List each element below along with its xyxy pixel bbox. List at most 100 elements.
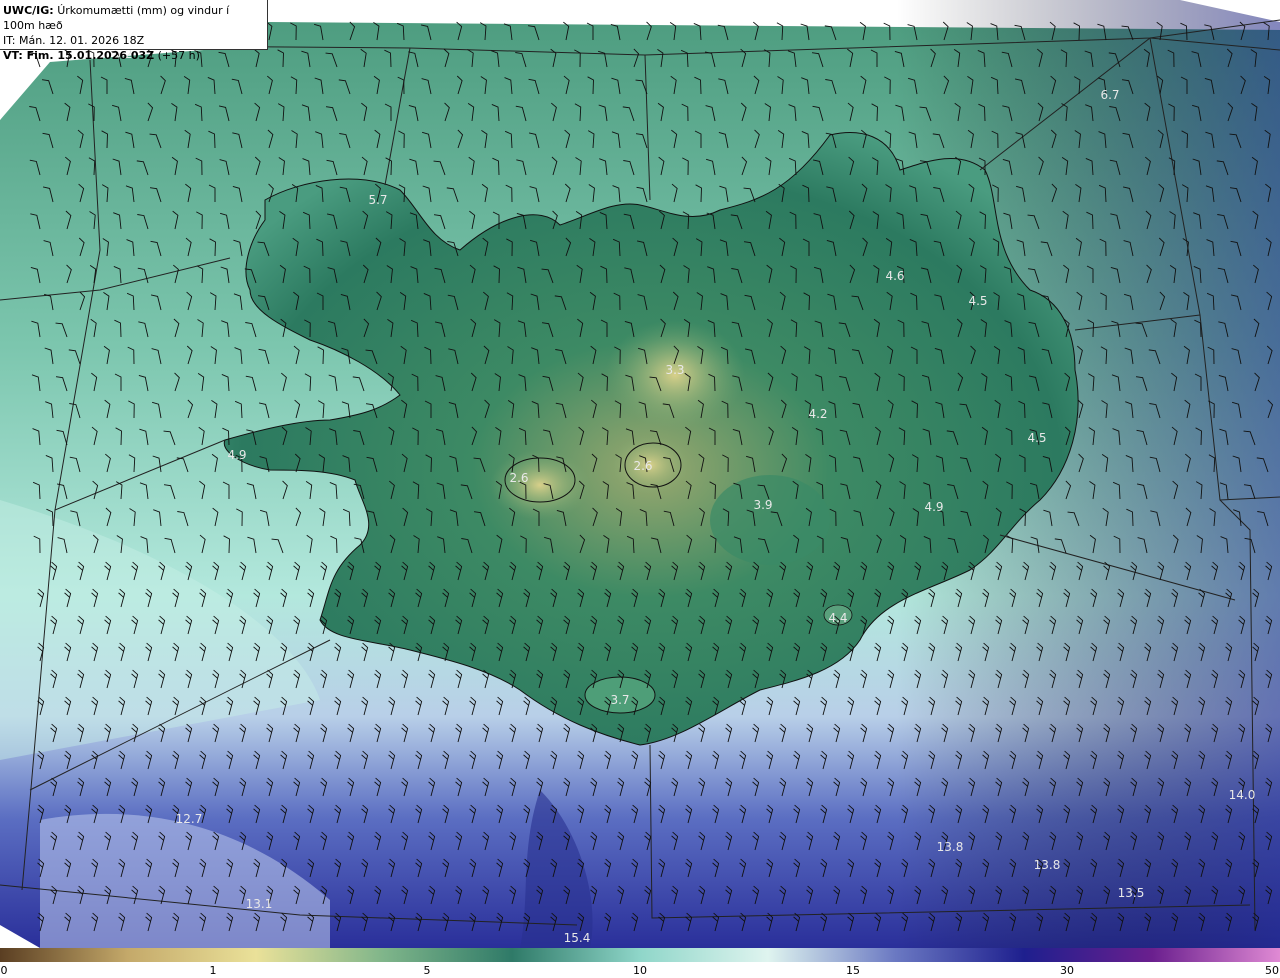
wind-barb bbox=[1130, 615, 1138, 635]
wind-barb bbox=[897, 319, 905, 338]
wind-barb bbox=[1090, 858, 1098, 878]
wind-barb bbox=[185, 183, 192, 203]
wind-barb bbox=[792, 480, 799, 500]
wind-barb bbox=[930, 48, 936, 68]
wind-barb bbox=[199, 858, 207, 878]
wind-barb bbox=[1252, 750, 1260, 770]
wind-barb bbox=[978, 103, 986, 122]
wind-barb bbox=[780, 399, 787, 419]
wind-barb bbox=[982, 804, 990, 824]
wind-barb bbox=[1204, 78, 1215, 95]
wind-barb bbox=[1076, 777, 1084, 797]
wind-barb bbox=[658, 642, 666, 662]
wind-barb bbox=[671, 777, 679, 797]
wind-barb bbox=[1205, 185, 1215, 203]
wind-barb bbox=[625, 374, 635, 392]
wind-barb bbox=[960, 510, 972, 527]
wind-barb bbox=[541, 322, 554, 338]
wind-barb bbox=[152, 401, 162, 419]
wind-barb bbox=[37, 750, 45, 770]
wind-barb bbox=[912, 508, 919, 527]
wind-barb bbox=[1171, 750, 1179, 770]
wind-barb bbox=[253, 858, 261, 878]
wind-barb bbox=[388, 426, 395, 446]
wind-barb bbox=[816, 481, 824, 500]
wind-barb bbox=[318, 454, 325, 473]
forecast-info-box: UWC/IG: Úrkomumætti (mm) og vindur í 100… bbox=[0, 0, 268, 62]
wind-barb bbox=[160, 75, 166, 95]
wind-barb bbox=[1243, 430, 1256, 446]
wind-barb bbox=[128, 400, 135, 419]
wind-barb bbox=[1229, 133, 1242, 149]
wind-barb bbox=[847, 102, 854, 122]
wind-barb bbox=[833, 561, 841, 581]
wind-barb bbox=[529, 186, 540, 203]
wind-barb bbox=[712, 642, 720, 662]
wind-barb bbox=[577, 642, 585, 662]
wind-barb bbox=[446, 187, 459, 203]
wind-barb bbox=[173, 318, 180, 338]
wind-barb bbox=[530, 293, 540, 311]
wind-barb bbox=[1063, 642, 1071, 662]
wind-barb bbox=[1017, 347, 1026, 365]
wind-barb bbox=[1051, 183, 1058, 203]
wind-barb bbox=[50, 723, 58, 743]
wind-barb bbox=[888, 453, 895, 473]
wind-barb bbox=[887, 615, 895, 635]
wind-barb bbox=[752, 615, 760, 635]
wind-barb bbox=[327, 267, 338, 284]
wind-barb bbox=[801, 131, 810, 149]
wind-barb bbox=[947, 537, 959, 554]
wind-barb bbox=[1207, 346, 1215, 365]
wind-barb bbox=[1103, 885, 1111, 905]
wind-barb bbox=[413, 535, 420, 554]
wind-barb bbox=[258, 348, 270, 365]
wind-barb bbox=[304, 319, 311, 338]
wind-barb bbox=[575, 211, 583, 230]
wind-barb bbox=[874, 426, 881, 446]
wind-barb bbox=[523, 642, 531, 662]
wind-barb bbox=[1180, 76, 1188, 94]
wind-barb bbox=[919, 160, 932, 176]
wind-barb bbox=[231, 78, 243, 95]
wind-barb bbox=[815, 374, 824, 392]
wind-barb bbox=[753, 75, 760, 95]
wind-barb bbox=[698, 777, 706, 797]
wind-barb bbox=[293, 345, 300, 365]
wind-barb bbox=[239, 777, 247, 797]
wind-barb bbox=[682, 211, 690, 230]
wind-barb bbox=[139, 482, 149, 500]
wind-barb bbox=[1117, 912, 1125, 932]
wind-barb bbox=[455, 885, 463, 905]
wind-barb bbox=[928, 642, 936, 662]
wind-barb bbox=[617, 561, 625, 581]
wind-barb bbox=[990, 76, 999, 95]
wind-barb bbox=[43, 240, 54, 257]
wind-barb bbox=[874, 912, 882, 932]
wind-barb bbox=[825, 79, 837, 95]
wind-barb bbox=[793, 588, 801, 608]
wind-barb bbox=[685, 750, 693, 770]
wind-barb bbox=[1171, 642, 1179, 662]
wind-barb bbox=[910, 292, 918, 311]
wind-barb bbox=[412, 481, 420, 500]
wind-barb bbox=[1061, 157, 1069, 176]
wind-barb bbox=[528, 132, 540, 149]
wind-barb bbox=[268, 183, 274, 203]
wind-barb bbox=[827, 293, 837, 311]
wind-barb bbox=[779, 831, 787, 851]
wind-barb bbox=[314, 23, 324, 41]
wind-barb bbox=[91, 642, 99, 662]
wind-barb bbox=[793, 696, 801, 716]
wind-barb bbox=[752, 669, 760, 689]
wind-barb bbox=[1244, 537, 1256, 554]
wind-barb bbox=[551, 156, 558, 176]
wind-barb bbox=[908, 77, 918, 95]
wind-barb bbox=[1076, 291, 1083, 311]
wind-barb bbox=[50, 831, 58, 851]
wind-barb bbox=[1136, 483, 1148, 500]
wind-barb bbox=[1157, 885, 1165, 905]
wind-barb bbox=[709, 481, 716, 500]
wind-barb bbox=[315, 131, 324, 149]
map-value-label: 3.7 bbox=[610, 693, 630, 707]
